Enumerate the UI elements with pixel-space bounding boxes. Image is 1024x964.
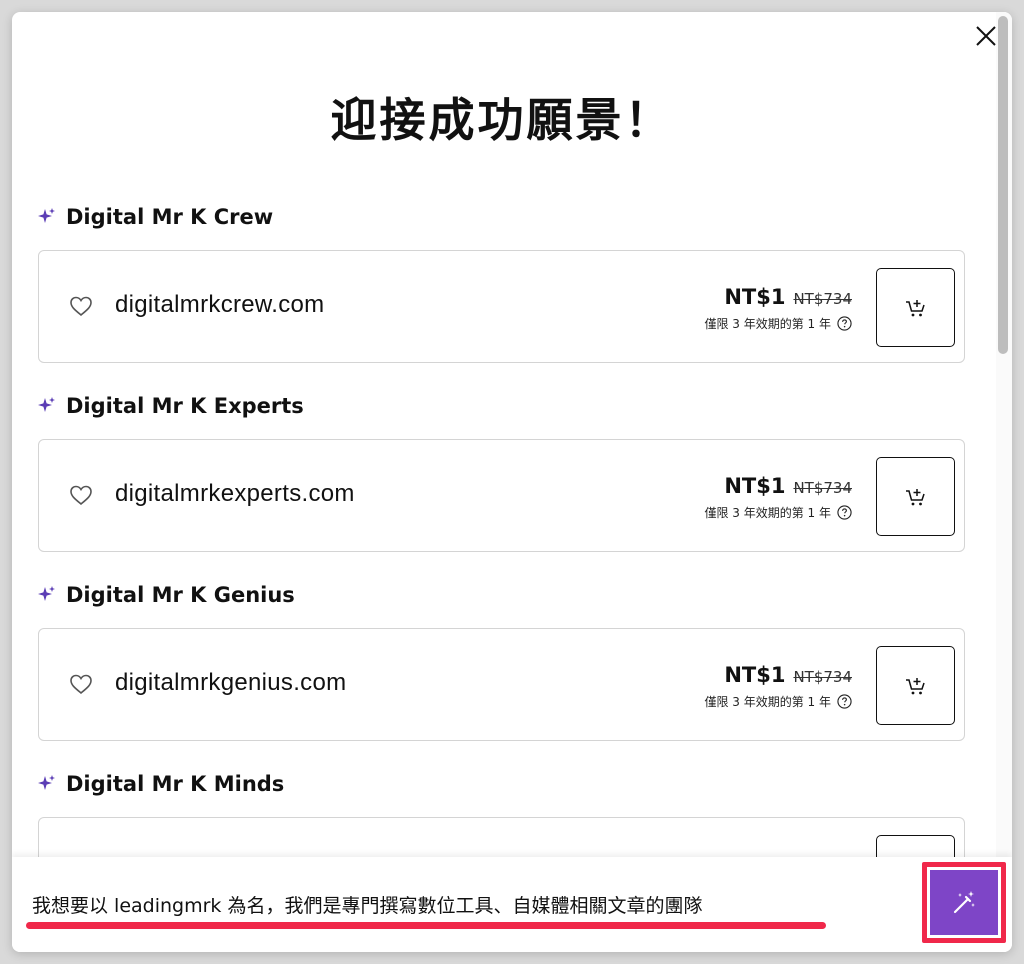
suggestion-group-text: Digital Mr K Crew (66, 205, 274, 229)
heart-icon[interactable] (69, 295, 93, 317)
info-icon[interactable] (837, 316, 852, 331)
domain-card: digitalmrkcrew.com NT$1 NT$734 僅限 3 年效期的… (38, 250, 965, 363)
close-button[interactable] (974, 24, 998, 48)
close-icon (976, 26, 996, 46)
prompt-bar (12, 857, 1012, 952)
add-to-cart-button[interactable] (876, 646, 955, 725)
add-to-cart-icon (905, 299, 925, 316)
domain-suggestions-modal: 迎接成功願景！ Digital Mr K Crew digitalmrkcrew… (12, 12, 1012, 952)
sparkle-icon (38, 397, 55, 412)
domain-card: digitalmrkexperts.com NT$1 NT$734 僅限 3 年… (38, 439, 965, 552)
heart-icon[interactable] (69, 484, 93, 506)
sparkle-icon (38, 208, 55, 223)
domain-card: digitalmrkgenius.com NT$1 NT$734 僅限 3 年效… (38, 628, 965, 741)
price-term: 僅限 3 年效期的第 1 年 (704, 317, 831, 331)
prompt-input[interactable] (32, 887, 912, 921)
suggestion-group-text: Digital Mr K Experts (66, 394, 304, 418)
sparkle-icon (38, 775, 55, 790)
original-price: NT$734 (793, 479, 852, 497)
sparkle-icon (38, 586, 55, 601)
magic-wand-icon (953, 890, 975, 913)
suggestion-group-label: Digital Mr K Crew (38, 203, 273, 231)
modal-title: 迎接成功願景！ (330, 93, 674, 147)
sale-price: NT$1 (724, 474, 786, 498)
scrollbar-thumb[interactable] (998, 16, 1008, 354)
suggestion-group-label: Digital Mr K Experts (38, 392, 304, 420)
price-term: 僅限 3 年效期的第 1 年 (704, 506, 831, 520)
suggestion-group-text: Digital Mr K Minds (66, 772, 285, 796)
add-to-cart-button[interactable] (876, 268, 955, 347)
price-block: NT$1 NT$734 僅限 3 年效期的第 1 年 (704, 474, 852, 521)
suggestion-group-label: Digital Mr K Minds (38, 770, 284, 798)
suggestion-group-label: Digital Mr K Genius (38, 581, 295, 609)
generate-suggestions-button[interactable] (930, 870, 998, 935)
add-to-cart-icon (905, 488, 925, 505)
info-icon[interactable] (837, 505, 852, 520)
domain-name: digitalmrkcrew.com (115, 291, 325, 318)
sale-price: NT$1 (724, 285, 786, 309)
original-price: NT$734 (793, 668, 852, 686)
price-block: NT$1 NT$734 僅限 3 年效期的第 1 年 (704, 285, 852, 332)
annotation-underline (26, 922, 826, 929)
add-to-cart-button[interactable] (876, 457, 955, 536)
original-price: NT$734 (793, 290, 852, 308)
price-block: NT$1 NT$734 僅限 3 年效期的第 1 年 (704, 663, 852, 710)
domain-name: digitalmrkexperts.com (115, 480, 355, 507)
price-term: 僅限 3 年效期的第 1 年 (704, 695, 831, 709)
sale-price: NT$1 (724, 663, 786, 687)
heart-icon[interactable] (69, 673, 93, 695)
add-to-cart-icon (905, 677, 925, 694)
info-icon[interactable] (837, 694, 852, 709)
domain-name: digitalmrkgenius.com (115, 669, 347, 696)
suggestion-group-text: Digital Mr K Genius (66, 583, 295, 607)
